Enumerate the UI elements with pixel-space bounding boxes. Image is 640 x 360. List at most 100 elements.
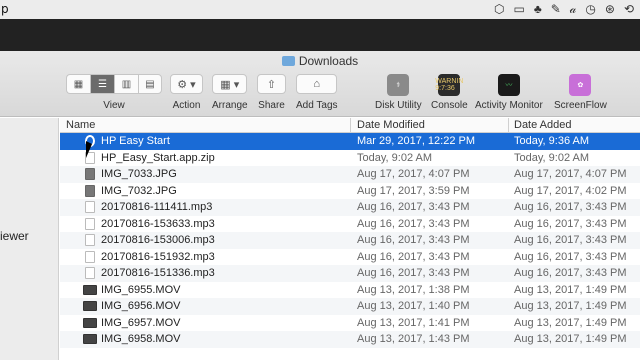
file-name: HP_Easy_Start.app.zip — [101, 151, 215, 164]
date-modified: Aug 13, 2017, 1:38 PM — [357, 283, 470, 296]
column-divider[interactable] — [508, 118, 509, 133]
date-modified: Mar 29, 2017, 12:22 PM — [357, 135, 476, 147]
date-modified: Aug 16, 2017, 3:43 PM — [357, 250, 470, 263]
file-row[interactable]: IMG_6958.MOV Aug 13, 2017, 1:43 PM Aug 13,… — [60, 331, 640, 348]
date-added: Aug 16, 2017, 3:43 PM — [514, 217, 627, 230]
addtags-label: Add Tags — [296, 100, 338, 111]
file-row[interactable]: 20170816-153006.mp3 Aug 16, 2017, 3:43 PM… — [60, 232, 640, 249]
file-rows: HP Easy Start Mar 29, 2017, 12:22 PM Today… — [60, 133, 640, 348]
file-name: 20170816-111411.mp3 — [101, 201, 213, 213]
screenflow-label: ScreenFlow — [554, 100, 607, 111]
file-name: IMG_7033.JPG — [101, 168, 177, 180]
file-row[interactable]: 20170816-111411.mp3 Aug 16, 2017, 3:43 PM… — [60, 199, 640, 216]
file-row[interactable]: IMG_6957.MOV Aug 13, 2017, 1:41 PM Aug 13,… — [60, 315, 640, 332]
view-segmented: ▦ ☰ ▥ ▤ — [66, 74, 162, 94]
arrange-control: ▦ ▾ Arrange — [212, 74, 248, 114]
mouse-cursor — [86, 141, 92, 158]
date-modified: Aug 17, 2017, 3:59 PM — [357, 184, 470, 197]
file-name: 20170816-151336.mp3 — [101, 267, 215, 279]
document-icon — [85, 250, 95, 263]
toolbar: Downloads ▦ ☰ ▥ ▤ View ⚙ ▾ Action ▦ ▾ Ar… — [0, 51, 640, 117]
date-modified: Aug 16, 2017, 3:43 PM — [357, 234, 470, 246]
file-row[interactable]: IMG_6956.MOV Aug 13, 2017, 1:40 PM Aug 13,… — [60, 298, 640, 315]
finder-window: Downloads ▦ ☰ ▥ ▤ View ⚙ ▾ Action ▦ ▾ Ar… — [0, 51, 640, 360]
console-label: Console — [431, 100, 468, 111]
dropbox-icon[interactable]: ⬡ — [494, 2, 504, 17]
activity-monitor-icon: 〰 — [497, 74, 520, 96]
movie-file-icon — [83, 301, 97, 311]
date-modified: Aug 16, 2017, 3:43 PM — [357, 201, 470, 213]
file-row[interactable]: IMG_7032.JPG Aug 17, 2017, 3:59 PM Aug 17,… — [60, 183, 640, 200]
image-file-icon — [85, 184, 95, 197]
console-icon: WARNIN 9:7:36 — [435, 74, 463, 96]
date-added: Aug 16, 2017, 3:43 PM — [514, 234, 627, 246]
bluetooth-icon[interactable]: ⟲ — [624, 2, 634, 17]
file-row[interactable]: HP Easy Start Mar 29, 2017, 12:22 PM Today… — [60, 133, 640, 150]
date-modified: Today, 9:02 AM — [357, 151, 433, 164]
activity-monitor-app[interactable]: 〰 Activity Monitor — [475, 74, 543, 114]
file-name: 20170816-151932.mp3 — [101, 250, 215, 263]
arrange-label: Arrange — [212, 100, 248, 111]
sidebar-item[interactable]: iewer — [0, 229, 29, 243]
screenflow-app[interactable]: ✿ ScreenFlow — [554, 74, 607, 114]
sidebar: iewer — [0, 118, 59, 360]
date-added: Today, 9:02 AM — [514, 151, 590, 164]
file-row[interactable]: IMG_7033.JPG Aug 17, 2017, 4:07 PM Aug 17,… — [60, 166, 640, 183]
view-label: View — [103, 100, 125, 111]
file-name: 20170816-153633.mp3 — [101, 217, 215, 230]
file-name: IMG_6957.MOV — [101, 316, 181, 329]
image-file-icon — [85, 168, 95, 180]
file-row[interactable]: IMG_6955.MOV Aug 13, 2017, 1:38 PM Aug 13,… — [60, 282, 640, 299]
share-control: ⇧ Share — [257, 74, 286, 114]
column-divider[interactable] — [350, 118, 351, 133]
file-row[interactable]: 20170816-151932.mp3 Aug 16, 2017, 3:43 PM… — [60, 249, 640, 266]
gallery-view-icon[interactable]: ▤ — [138, 74, 162, 94]
date-modified: Aug 13, 2017, 1:41 PM — [357, 316, 470, 329]
icon-view-icon[interactable]: ▦ — [66, 74, 90, 94]
cursive-a-icon[interactable]: 𝒶 — [570, 2, 577, 17]
evernote-icon[interactable]: ♣ — [534, 2, 542, 17]
console-app[interactable]: WARNIN 9:7:36 Console — [431, 74, 468, 114]
column-view-icon[interactable]: ▥ — [114, 74, 138, 94]
date-modified: Aug 17, 2017, 4:07 PM — [357, 168, 470, 180]
window-title: Downloads — [0, 54, 640, 68]
action-button[interactable]: ⚙ ▾ — [170, 74, 203, 94]
date-added: Aug 16, 2017, 3:43 PM — [514, 201, 627, 213]
added-column-header[interactable]: Date Added — [514, 119, 572, 131]
file-row[interactable]: 20170816-153633.mp3 Aug 16, 2017, 3:43 PM… — [60, 216, 640, 233]
movie-file-icon — [83, 317, 97, 328]
status-icons: ⬡ ▭ ♣ ✎ 𝒶 ◷ ⊛ ⟲ — [494, 2, 634, 17]
disk-utility-icon: ⚕ — [387, 74, 410, 96]
addtags-button[interactable]: ⌂ — [296, 74, 338, 94]
action-control: ⚙ ▾ Action — [170, 74, 203, 114]
menu-bar: p ⬡ ▭ ♣ ✎ 𝒶 ◷ ⊛ ⟲ — [0, 0, 640, 19]
modified-column-header[interactable]: Date Modified — [357, 119, 425, 131]
disk-utility-app[interactable]: ⚕ Disk Utility — [375, 74, 422, 114]
arrange-button[interactable]: ▦ ▾ — [212, 74, 248, 94]
name-column-header[interactable]: Name — [66, 119, 95, 131]
clock-icon[interactable]: ◷ — [585, 2, 595, 17]
accessibility-icon[interactable]: ⊛ — [605, 2, 615, 17]
battery-icon[interactable]: ▭ — [514, 2, 525, 17]
gear-icon: ⚙ ▾ — [177, 78, 196, 91]
app-menu[interactable]: p — [1, 2, 9, 16]
date-added: Aug 13, 2017, 1:49 PM — [514, 300, 627, 312]
date-added: Today, 9:36 AM — [514, 135, 590, 147]
date-added: Aug 13, 2017, 1:49 PM — [514, 316, 627, 329]
list-view-icon[interactable]: ☰ — [90, 74, 114, 94]
file-row[interactable]: HP_Easy_Start.app.zip Today, 9:02 AM Today… — [60, 150, 640, 167]
movie-file-icon — [83, 284, 97, 295]
share-button[interactable]: ⇧ — [257, 74, 286, 94]
file-name: IMG_7032.JPG — [101, 184, 177, 197]
date-modified: Aug 13, 2017, 1:40 PM — [357, 300, 470, 312]
date-modified: Aug 16, 2017, 3:43 PM — [357, 217, 470, 230]
document-icon — [85, 201, 95, 213]
tag-icon: ⌂ — [313, 78, 321, 90]
addtags-control: ⌂ Add Tags — [296, 74, 338, 114]
file-name: 20170816-153006.mp3 — [101, 234, 215, 246]
movie-file-icon — [83, 334, 97, 344]
activity-monitor-label: Activity Monitor — [475, 100, 543, 111]
file-row[interactable]: 20170816-151336.mp3 Aug 16, 2017, 3:43 PM… — [60, 265, 640, 282]
date-added: Aug 17, 2017, 4:07 PM — [514, 168, 627, 180]
wifi-icon[interactable]: ✎ — [551, 2, 561, 17]
